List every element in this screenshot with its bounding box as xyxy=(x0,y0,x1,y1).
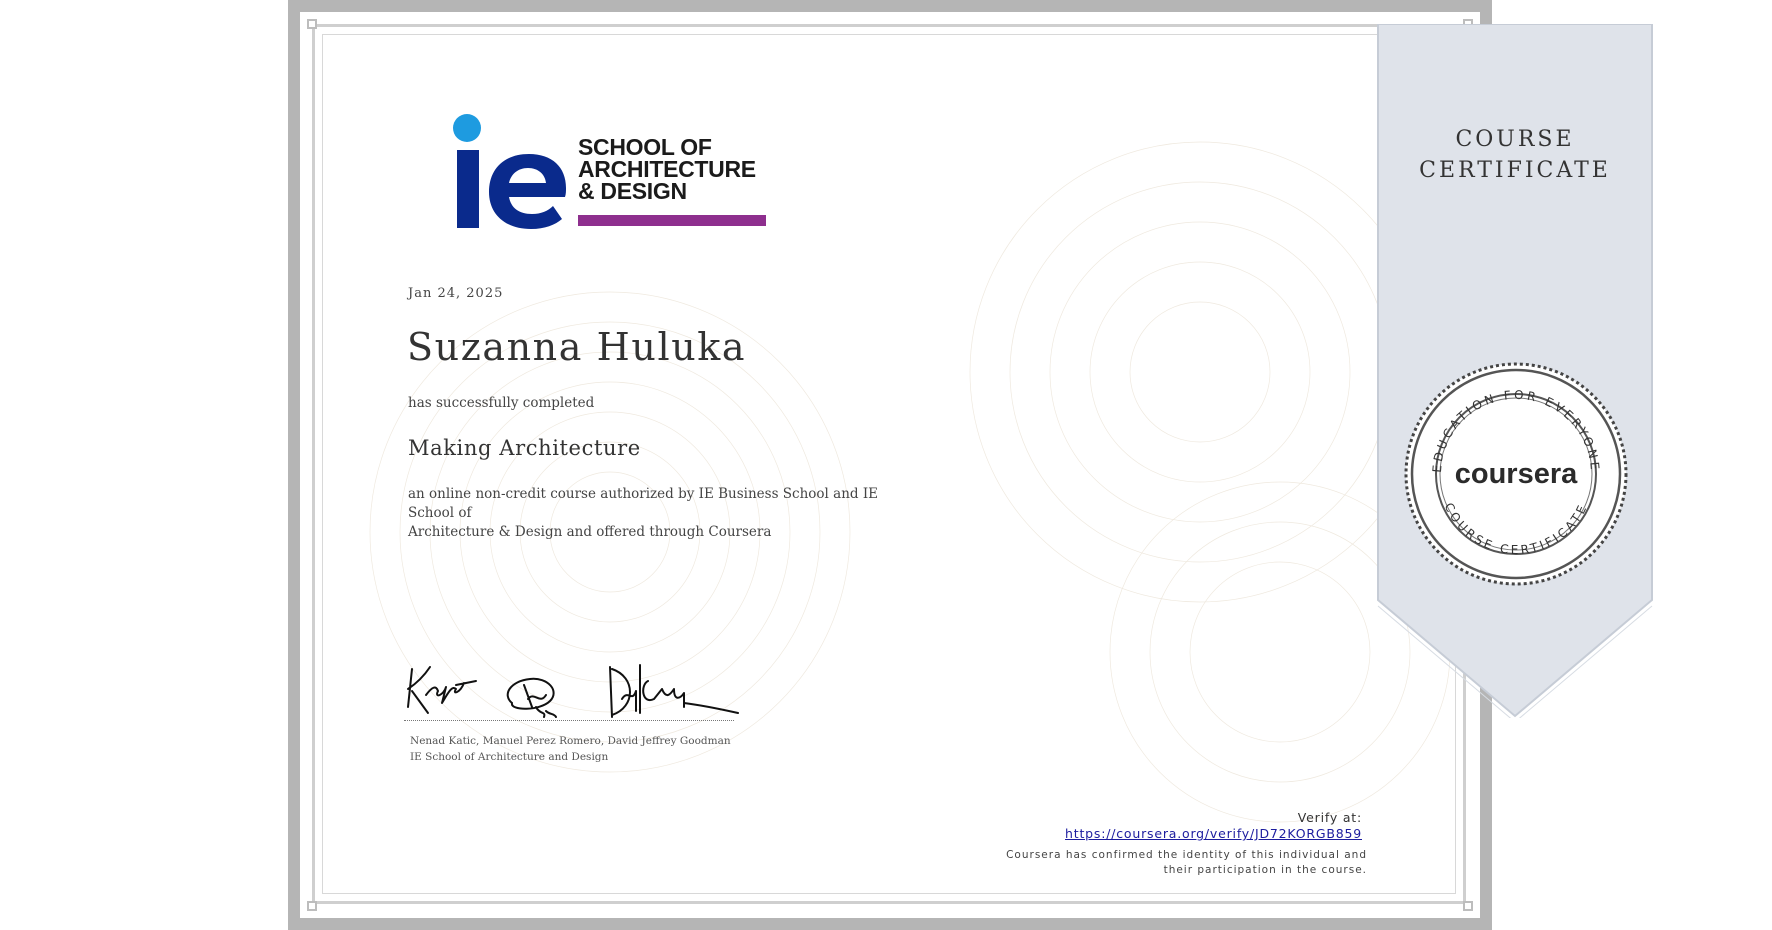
ribbon-title-line2: CERTIFICATE xyxy=(1419,158,1611,183)
logo-line2: ARCHITECTURE xyxy=(578,156,756,182)
frame-corner xyxy=(307,19,317,29)
verification-block: Verify at: https://coursera.org/verify/J… xyxy=(1065,809,1362,842)
verify-label: Verify at: xyxy=(1297,810,1362,825)
ie-logo-mark xyxy=(453,114,566,229)
ie-logo: SCHOOL OF ARCHITECTURE & DESIGN xyxy=(445,112,775,232)
signers-organization: IE School of Architecture and Design xyxy=(410,751,609,763)
logo-line1: SCHOOL OF xyxy=(578,134,712,160)
frame-corner xyxy=(307,901,317,911)
ie-logo-wordmark: SCHOOL OF ARCHITECTURE & DESIGN xyxy=(578,134,756,204)
logo-line3: & DESIGN xyxy=(578,178,687,204)
completion-phrase: has successfully completed xyxy=(408,395,595,411)
ribbon-title: COURSE CERTIFICATE xyxy=(1376,124,1654,186)
signers-block: Nenad Katic, Manuel Perez Romero, David … xyxy=(410,733,731,765)
confirm-line1: Coursera has confirmed the identity of t… xyxy=(1006,849,1367,861)
confirm-line2: their participation in the course. xyxy=(1163,864,1367,876)
identity-confirmation: Coursera has confirmed the identity of t… xyxy=(987,848,1367,878)
course-name: Making Architecture xyxy=(408,436,641,460)
seal-brand: coursera xyxy=(1455,458,1578,490)
frame-corner xyxy=(1463,901,1473,911)
issue-date: Jan 24, 2025 xyxy=(408,286,504,301)
instructor-signatures xyxy=(407,664,739,718)
signers-names: Nenad Katic, Manuel Perez Romero, David … xyxy=(410,735,731,747)
verify-link[interactable]: https://coursera.org/verify/JD72KORGB859 xyxy=(1065,826,1362,841)
logo-accent-bar xyxy=(578,215,766,226)
recipient-name: Suzanna Huluka xyxy=(407,325,747,369)
course-description-line2: Architecture & Design and offered throug… xyxy=(408,524,772,540)
course-description: an online non-credit course authorized b… xyxy=(408,485,928,542)
certificate-ribbon: COURSE CERTIFICATE EDUCATION FOR EVERYON… xyxy=(1376,24,1654,718)
coursera-seal: EDUCATION FOR EVERYONE COURSE CERTIFICAT… xyxy=(1404,362,1628,586)
ribbon-title-line1: COURSE xyxy=(1455,127,1575,152)
signature-line xyxy=(404,720,734,721)
course-description-line1: an online non-credit course authorized b… xyxy=(408,486,879,521)
